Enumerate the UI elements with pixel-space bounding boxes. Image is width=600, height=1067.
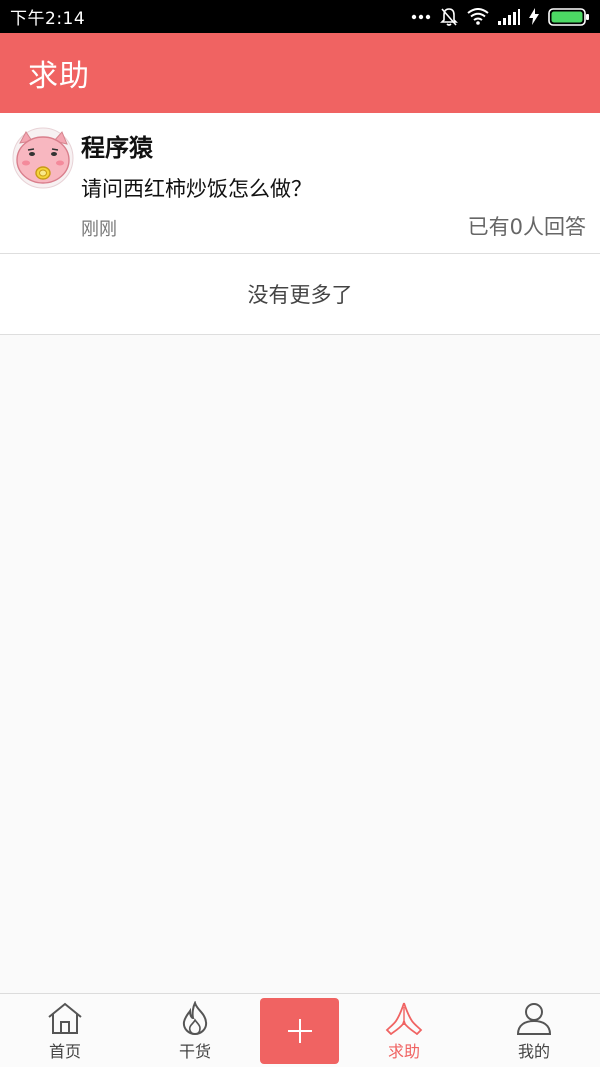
flame-icon [182, 1001, 208, 1035]
wifi-icon [467, 8, 489, 25]
battery-icon [548, 7, 589, 26]
author-name[interactable]: 程序猿 [81, 128, 153, 163]
nav-label-home: 首页 [48, 1042, 81, 1061]
page-title: 求助 [28, 59, 90, 94]
nav-label-goods: 干货 [178, 1042, 211, 1061]
nav-item-goods[interactable]: 干货 [135, 994, 255, 1067]
more-dots-icon [411, 14, 431, 19]
status-time: 下午2:14 [10, 9, 86, 29]
status-icons [411, 7, 590, 27]
home-icon [48, 1002, 82, 1034]
status-bar: 下午2:14 [0, 0, 600, 33]
post-time: 刚刚 [81, 219, 117, 240]
nav-label-mine: 我的 [517, 1042, 550, 1061]
no-more-text: 没有更多了 [247, 283, 353, 307]
nav-item-help[interactable]: 求助 [344, 994, 464, 1067]
bottom-nav: 首页 干货 求助 我的 [0, 993, 600, 1067]
plus-icon [287, 1019, 312, 1043]
app-header: 求助 [0, 33, 600, 113]
no-more-footer: 没有更多了 [0, 254, 600, 335]
add-post-button[interactable] [260, 998, 339, 1064]
pig-avatar-icon[interactable] [12, 127, 74, 189]
praying-hands-icon [385, 1002, 423, 1035]
nav-item-mine[interactable]: 我的 [474, 994, 594, 1067]
signal-icon [498, 8, 520, 25]
nav-label-help: 求助 [387, 1042, 420, 1061]
post-card[interactable]: 程序猿 请问西红柿炒饭怎么做？ 刚刚 已有0人回答 [0, 113, 600, 254]
user-icon [516, 1003, 552, 1035]
post-question[interactable]: 请问西红柿炒饭怎么做？ [81, 173, 312, 203]
answer-count: 已有0人回答 [467, 215, 586, 239]
charging-icon [529, 8, 539, 25]
mute-bell-icon [440, 7, 458, 26]
nav-item-home[interactable]: 首页 [5, 994, 125, 1067]
